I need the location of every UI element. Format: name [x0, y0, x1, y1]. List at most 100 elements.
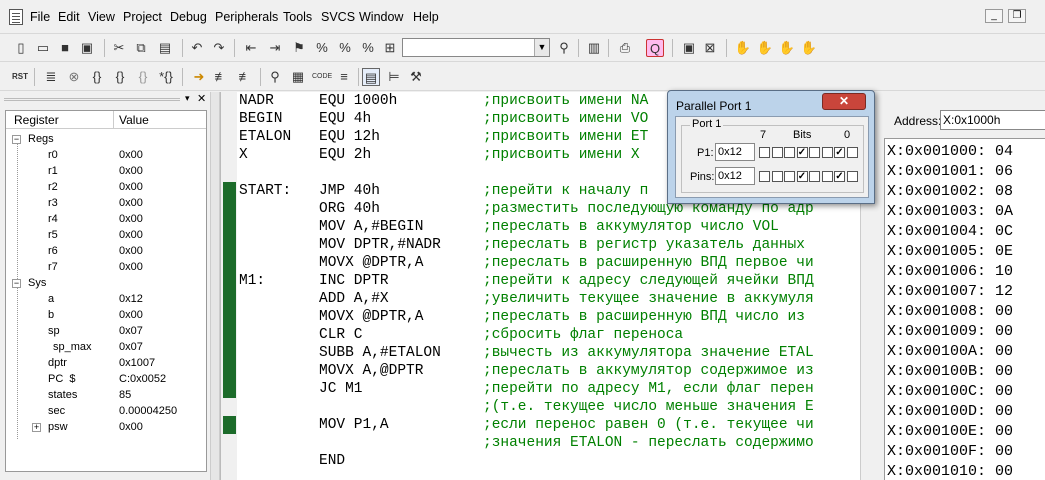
register-row[interactable]: r5 0x00	[6, 228, 206, 244]
register-row[interactable]: r3 0x00	[6, 196, 206, 212]
p1-bit-4-checkbox[interactable]: ✓	[796, 147, 808, 158]
memory-row[interactable]: X:0x001010: 00	[887, 463, 1013, 480]
find-combo[interactable]: ▼	[402, 38, 550, 57]
pins-field[interactable]: 0x12	[715, 167, 755, 185]
code-coverage-icon[interactable]: CODE	[312, 68, 332, 86]
redo-icon[interactable]: ↷	[210, 39, 228, 57]
register-value[interactable]: 0x00	[119, 245, 143, 257]
pins-bit-3-checkbox[interactable]	[809, 171, 820, 182]
register-value[interactable]: 0x00	[119, 181, 143, 193]
register-value[interactable]: 0x07	[119, 341, 143, 353]
menu-debug[interactable]: Debug	[170, 10, 207, 24]
menu-window[interactable]: Window	[359, 10, 403, 24]
p1-bit-6-checkbox[interactable]	[771, 147, 783, 158]
menu-project[interactable]: Project	[123, 10, 162, 24]
memory-row[interactable]: X:0x00100D: 00	[887, 403, 1013, 420]
memory-row[interactable]: X:0x001006: 10	[887, 263, 1013, 280]
paste-icon[interactable]: ▤	[156, 39, 174, 57]
memory-row[interactable]: X:0x001004: 0C	[887, 223, 1013, 240]
p1-bit-2-checkbox[interactable]	[821, 147, 833, 158]
kill-icon[interactable]: ✋	[734, 39, 752, 57]
editor-gutter[interactable]	[221, 92, 237, 480]
pins-bit-4-checkbox[interactable]: ✓	[796, 171, 808, 182]
p1-bit-1-checkbox[interactable]: ✓	[834, 147, 845, 158]
header-value[interactable]: Value	[119, 113, 149, 127]
cut-icon[interactable]: ✂	[110, 39, 128, 57]
register-row[interactable]: b 0x00	[6, 308, 206, 324]
menu-peripherals[interactable]: Peripherals	[215, 10, 278, 24]
serial-window-icon[interactable]: ≡	[335, 68, 353, 86]
register-value[interactable]: 0x00	[119, 261, 143, 273]
pins-bit-0-checkbox[interactable]	[846, 171, 858, 182]
register-value[interactable]: 0x00	[119, 309, 143, 321]
register-value[interactable]: 0x00	[119, 421, 143, 433]
memory-row[interactable]: X:0x00100B: 00	[887, 363, 1013, 380]
debug-session-icon[interactable]: Q	[646, 39, 664, 57]
p1-bit-3-checkbox[interactable]	[809, 147, 820, 158]
copy-icon[interactable]: ⧉	[132, 39, 150, 57]
undo-icon[interactable]: ↶	[188, 39, 206, 57]
reset-icon[interactable]: RST	[11, 68, 29, 86]
register-value[interactable]: 85	[119, 389, 131, 401]
pin-icon[interactable]: ▾	[185, 93, 190, 104]
register-row[interactable]: a 0x12	[6, 292, 206, 308]
next-bookmark-icon[interactable]: %	[336, 39, 354, 57]
memory-window-icon[interactable]: ▤	[362, 68, 380, 86]
save-icon[interactable]: ■	[56, 39, 74, 57]
collapse-icon[interactable]: −	[12, 135, 21, 144]
register-row[interactable]: PC $ C:0x0052	[6, 372, 206, 388]
column-divider[interactable]	[113, 111, 114, 129]
tree-group-sys[interactable]: − Sys	[6, 276, 206, 292]
register-value[interactable]: 0x00	[119, 229, 143, 241]
step-out-icon[interactable]: {}	[134, 68, 152, 86]
print-icon[interactable]: ⎙	[616, 39, 634, 57]
register-row[interactable]: r7 0x00	[6, 260, 206, 276]
breakpoint-icon[interactable]: ▣	[680, 39, 698, 57]
pins-bit-6-checkbox[interactable]	[771, 171, 783, 182]
expand-icon[interactable]: +	[32, 423, 41, 432]
pins-bit-7-checkbox[interactable]	[759, 171, 770, 182]
register-row[interactable]: r0 0x00	[6, 148, 206, 164]
restore-button[interactable]: ❐	[1008, 9, 1026, 23]
hand-icon[interactable]: ✋	[778, 39, 796, 57]
memory-view[interactable]: X:0x001000: 04 X:0x001001: 06 X:0x001002…	[884, 138, 1045, 480]
find-in-files-icon[interactable]: ⊞	[381, 39, 399, 57]
window-icon[interactable]: ⊠	[701, 39, 719, 57]
menu-file[interactable]: File	[30, 10, 50, 24]
header-register[interactable]: Register	[14, 113, 59, 127]
memory-row[interactable]: X:0x001007: 12	[887, 283, 1013, 300]
memory-row[interactable]: X:0x00100C: 00	[887, 383, 1013, 400]
p1-bit-5-checkbox[interactable]	[784, 147, 795, 158]
p1-bit-0-checkbox[interactable]	[846, 147, 858, 158]
menu-edit[interactable]: Edit	[58, 10, 80, 24]
menu-tools[interactable]: Tools	[283, 10, 312, 24]
pins-bit-2-checkbox[interactable]	[821, 171, 833, 182]
register-row[interactable]: + psw 0x00	[6, 420, 206, 436]
register-row[interactable]: sp_max 0x07	[6, 340, 206, 356]
performance-analyzer-icon[interactable]: ⊨	[385, 68, 403, 86]
memory-row[interactable]: X:0x00100E: 00	[887, 423, 1013, 440]
stop-icon[interactable]: ⊗	[65, 68, 83, 86]
register-row[interactable]: r4 0x00	[6, 212, 206, 228]
pins-bit-1-checkbox[interactable]: ✓	[834, 171, 845, 182]
hand-icon[interactable]: ✋	[756, 39, 774, 57]
incremental-find-icon[interactable]: ▥	[585, 39, 603, 57]
p1-field[interactable]: 0x12	[715, 143, 755, 161]
register-value[interactable]: 0.00004250	[119, 405, 177, 417]
symbols-icon[interactable]: ▦	[289, 68, 307, 86]
menu-svcs[interactable]: SVCS	[321, 10, 355, 24]
hand-icon[interactable]: ✋	[800, 39, 818, 57]
register-value[interactable]: 0x00	[119, 165, 143, 177]
disassembly-icon[interactable]: ≢	[236, 68, 254, 86]
open-file-icon[interactable]: ▭	[34, 39, 52, 57]
register-row[interactable]: r2 0x00	[6, 180, 206, 196]
register-row[interactable]: dptr 0x1007	[6, 356, 206, 372]
p1-bit-7-checkbox[interactable]	[759, 147, 770, 158]
menu-help[interactable]: Help	[413, 10, 439, 24]
tools-icon[interactable]: ⚒	[407, 68, 425, 86]
chevron-down-icon[interactable]: ▼	[534, 39, 549, 56]
memory-row[interactable]: X:0x001000: 04	[887, 143, 1013, 160]
collapse-icon[interactable]: −	[12, 279, 21, 288]
register-value[interactable]: 0x12	[119, 293, 143, 305]
outdent-icon[interactable]: ⇥	[266, 39, 284, 57]
